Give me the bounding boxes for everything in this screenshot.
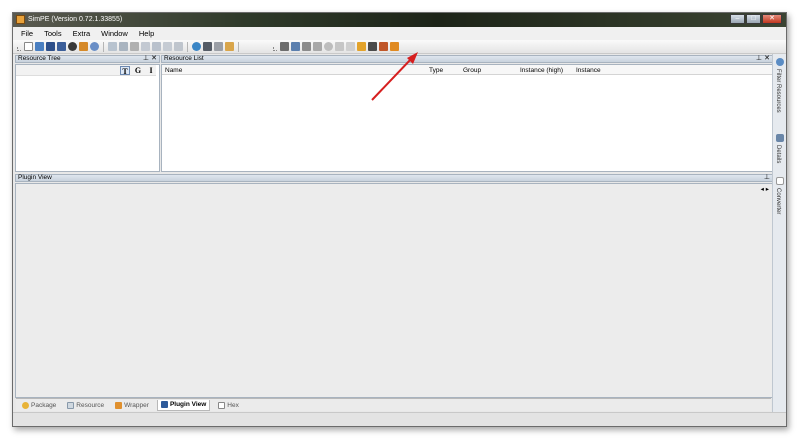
arrow-shaft bbox=[371, 57, 413, 101]
annotation-arrow bbox=[371, 52, 418, 101]
